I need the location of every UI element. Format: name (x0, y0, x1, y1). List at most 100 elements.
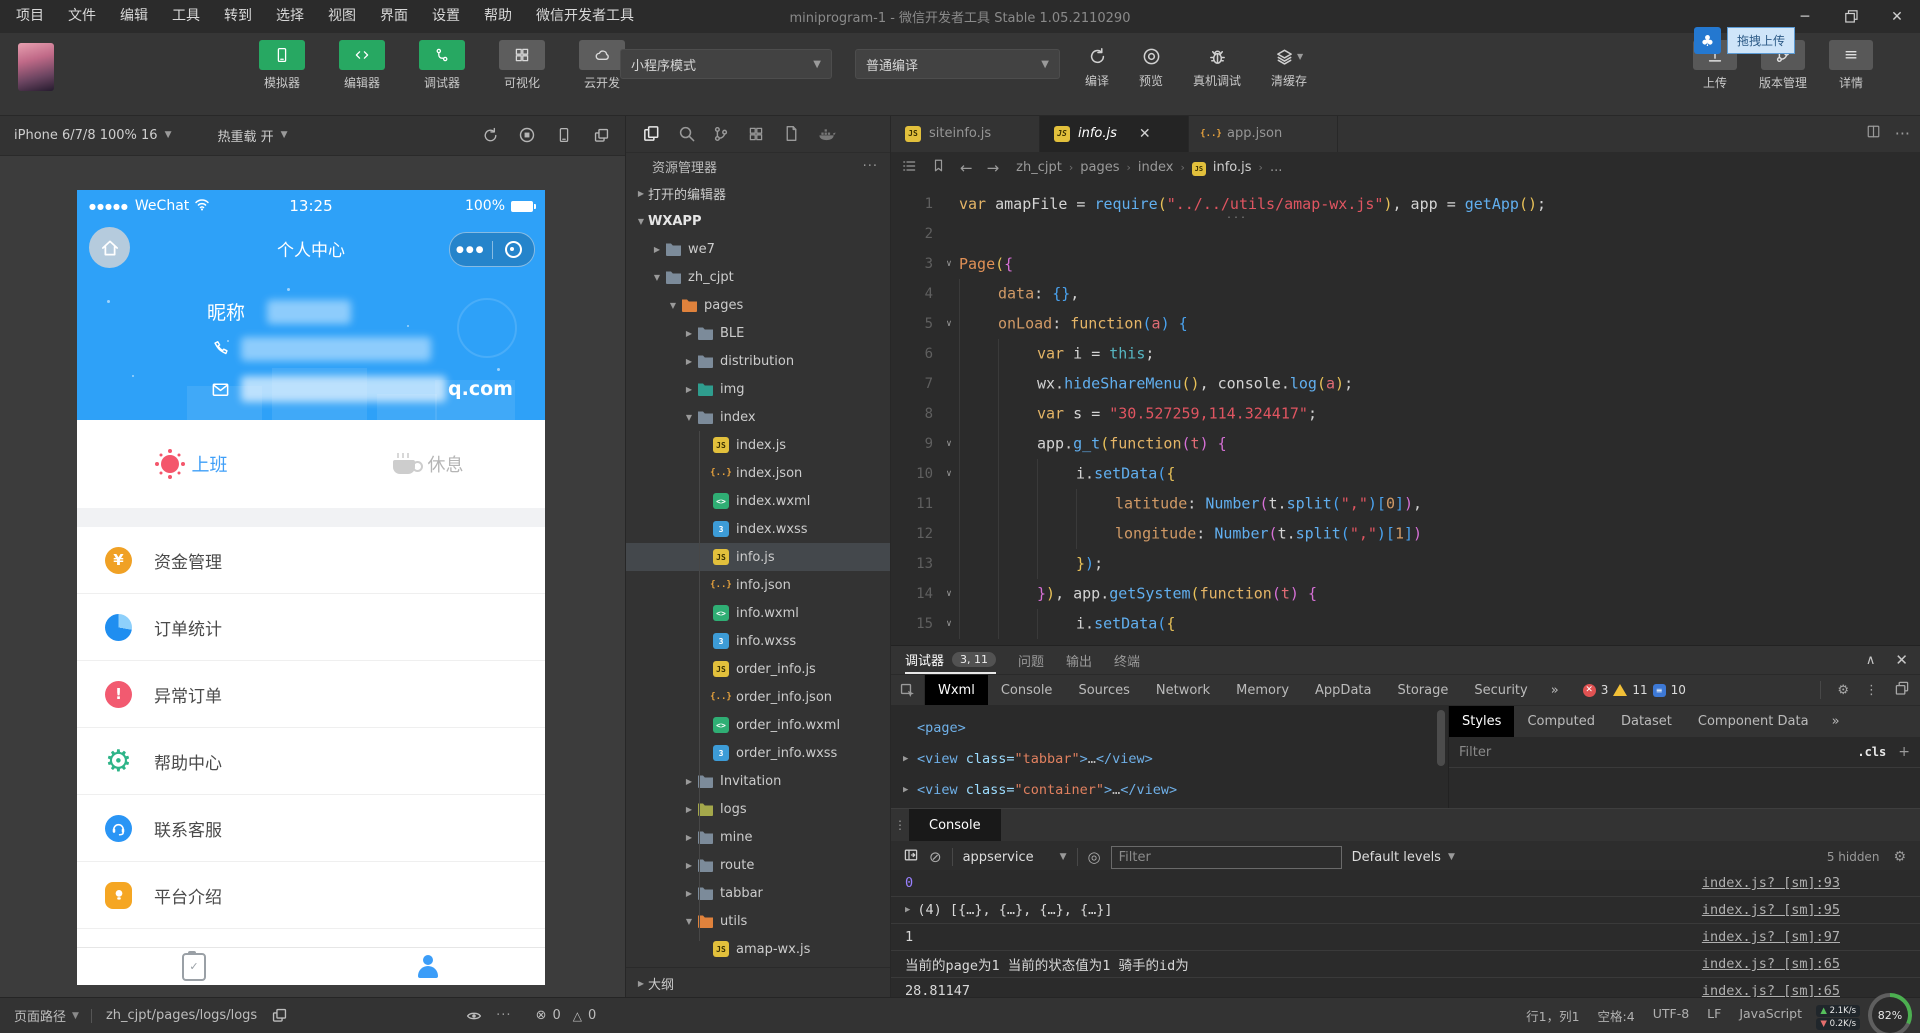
search-icon[interactable] (675, 123, 697, 145)
menu-item-帮助[interactable]: 帮助 (472, 0, 524, 33)
wxml-node[interactable]: ▶<view class="tabbar">…</view> (903, 743, 1448, 774)
console-sidebar-icon[interactable] (903, 847, 919, 867)
menu-item-平台介绍[interactable]: 平台介绍 (77, 862, 545, 929)
close-icon[interactable]: ✕ (1139, 126, 1151, 142)
kebab-menu-icon[interactable]: ⋮ (891, 818, 909, 832)
fold-icon[interactable]: ∨ (939, 469, 959, 479)
tab-终端[interactable]: 终端 (1114, 651, 1140, 670)
menu-item-联系客服[interactable]: 联系客服 (77, 795, 545, 862)
action-详情[interactable]: ≡详情 (1829, 40, 1873, 91)
filter-input[interactable]: Filter (1459, 745, 1491, 760)
tree-item-index.wxml[interactable]: <>index.wxml (626, 487, 890, 515)
tab-console[interactable]: Console (909, 809, 1001, 841)
error-counter[interactable]: ⊗0 △0 (536, 1008, 597, 1023)
toolbar-button-编辑器[interactable]: 编辑器 (330, 40, 394, 91)
devtools-tab-Network[interactable]: Network (1143, 675, 1223, 705)
devtools-tab-Console[interactable]: Console (988, 675, 1066, 705)
scrollbar[interactable] (1437, 710, 1445, 766)
tree-item-WXAPP[interactable]: ▼WXAPP (626, 207, 890, 235)
encoding[interactable]: UTF-8 (1653, 1006, 1689, 1025)
collapse-icon[interactable]: ∧ (1866, 653, 1876, 668)
issue-badges[interactable]: ✕3 11 ≡10 (1583, 683, 1686, 697)
explorer-icon[interactable] (640, 123, 662, 145)
tree-item-order_info.wxml[interactable]: <>order_info.wxml (626, 711, 890, 739)
fold-icon[interactable]: ∨ (939, 439, 959, 449)
action-清缓存[interactable]: ▼清缓存 (1271, 43, 1307, 89)
devtools-tab-Security[interactable]: Security (1461, 675, 1540, 705)
action-真机调试[interactable]: 真机调试 (1193, 43, 1241, 89)
menu-item-转到[interactable]: 转到 (212, 0, 264, 33)
source-link[interactable]: index.js? [sm]:65 (1702, 956, 1840, 972)
tree-item-info.js[interactable]: JSinfo.js (626, 543, 890, 571)
close-button[interactable]: ✕ (1874, 0, 1920, 33)
tree-item-pages[interactable]: ▼pages (626, 291, 890, 319)
fold-icon[interactable]: ∨ (939, 619, 959, 629)
styles-tab-Styles[interactable]: Styles (1449, 706, 1514, 737)
avatar[interactable] (18, 43, 54, 91)
extensions-grid-icon[interactable] (745, 123, 767, 145)
more-icon[interactable]: ··· (496, 1008, 511, 1023)
tree-item-amap-wx.js[interactable]: JSamap-wx.js (626, 935, 890, 963)
tree-item-zh_cjpt[interactable]: ▼zh_cjpt (626, 263, 890, 291)
wxml-node[interactable]: <page> (903, 712, 1448, 743)
tree-item-utils[interactable]: ▼utils (626, 907, 890, 935)
bookmark-icon[interactable] (931, 158, 946, 177)
more-icon[interactable]: ··· (863, 159, 878, 174)
more-tabs-icon[interactable]: » (1541, 683, 1569, 698)
hot-reload-dropdown[interactable]: 热重载 开▼ (203, 115, 301, 155)
menu-item-设置[interactable]: 设置 (420, 0, 472, 33)
outline-list-icon[interactable] (901, 158, 917, 178)
menu-item-微信开发者工具[interactable]: 微信开发者工具 (524, 0, 646, 33)
eye-icon[interactable]: ◎ (1088, 848, 1101, 866)
tree-item-info.json[interactable]: {..}info.json (626, 571, 890, 599)
exit-icon[interactable] (493, 241, 535, 258)
tab-输出[interactable]: 输出 (1066, 651, 1092, 670)
compile-mode-dropdown[interactable]: 普通编译▼ (855, 49, 1060, 79)
source-link[interactable]: index.js? [sm]:65 (1702, 983, 1840, 998)
wxml-tree[interactable]: <page>▶<view class="tabbar">…</view>▶<vi… (891, 706, 1448, 808)
tree-item-打开的编辑器[interactable]: ▶打开的编辑器 (626, 179, 890, 207)
fold-icon[interactable]: ∨ (939, 589, 959, 599)
menu-item-视图[interactable]: 视图 (316, 0, 368, 33)
eol-setting[interactable]: LF (1707, 1006, 1721, 1025)
toolbar-button-可视化[interactable]: 可视化 (490, 40, 554, 91)
breadcrumb-more[interactable]: ... (1270, 160, 1282, 175)
devtools-tab-Memory[interactable]: Memory (1223, 675, 1302, 705)
tree-item-index[interactable]: ▼index (626, 403, 890, 431)
source-link[interactable]: index.js? [sm]:93 (1702, 875, 1840, 891)
wxml-node[interactable]: ▶<view class="container">…</view> (903, 774, 1448, 805)
source-link[interactable]: index.js? [sm]:95 (1702, 902, 1840, 918)
breadcrumb-file[interactable]: info.js (1213, 160, 1252, 175)
add-style-icon[interactable]: + (1898, 744, 1910, 760)
styles-tab-Component Data[interactable]: Component Data (1685, 706, 1822, 737)
tree-item-we7[interactable]: ▶we7 (626, 235, 890, 263)
toolbar-button-模拟器[interactable]: 模拟器 (250, 40, 314, 91)
menu-item-文件[interactable]: 文件 (56, 0, 108, 33)
menu-item-项目[interactable]: 项目 (4, 0, 56, 33)
tree-item-order_info.json[interactable]: {..}order_info.json (626, 683, 890, 711)
tree-item-Invitation[interactable]: ▶Invitation (626, 767, 890, 795)
document-icon[interactable] (780, 123, 802, 145)
context-dropdown[interactable]: appservice▼ (963, 850, 1067, 865)
clear-console-icon[interactable]: ⊘ (929, 848, 942, 866)
whale-icon[interactable] (815, 123, 837, 145)
device-dropdown[interactable]: iPhone 6/7/8 100% 16▼ (0, 115, 185, 155)
menu-item-编辑[interactable]: 编辑 (108, 0, 160, 33)
gear-icon[interactable]: ⚙ (1893, 849, 1906, 865)
cls-button[interactable]: .cls (1857, 745, 1886, 759)
tree-item-img[interactable]: ▶img (626, 375, 890, 403)
editor-tab-app.json[interactable]: {..}app.json (1189, 115, 1338, 152)
tree-item-index.wxss[interactable]: 3index.wxss (626, 515, 890, 543)
tab-orders[interactable]: ✓ (77, 948, 311, 985)
more-tabs-icon[interactable]: » (1822, 714, 1850, 729)
detach-window-icon[interactable] (591, 125, 611, 145)
log-levels-dropdown[interactable]: Default levels▼ (1352, 850, 1455, 865)
tree-item-order_info.wxss[interactable]: 3order_info.wxss (626, 739, 890, 767)
source-link[interactable]: index.js? [sm]:97 (1702, 929, 1840, 945)
gear-icon[interactable]: ⚙ (1837, 683, 1849, 698)
tab-debugger[interactable]: 调试器 3, 11 (905, 646, 996, 674)
expand-arrow-icon[interactable]: ▶ (903, 754, 917, 764)
tree-item-logs[interactable]: ▶logs (626, 795, 890, 823)
eye-icon[interactable] (466, 1008, 482, 1024)
menu-item-工具[interactable]: 工具 (160, 0, 212, 33)
